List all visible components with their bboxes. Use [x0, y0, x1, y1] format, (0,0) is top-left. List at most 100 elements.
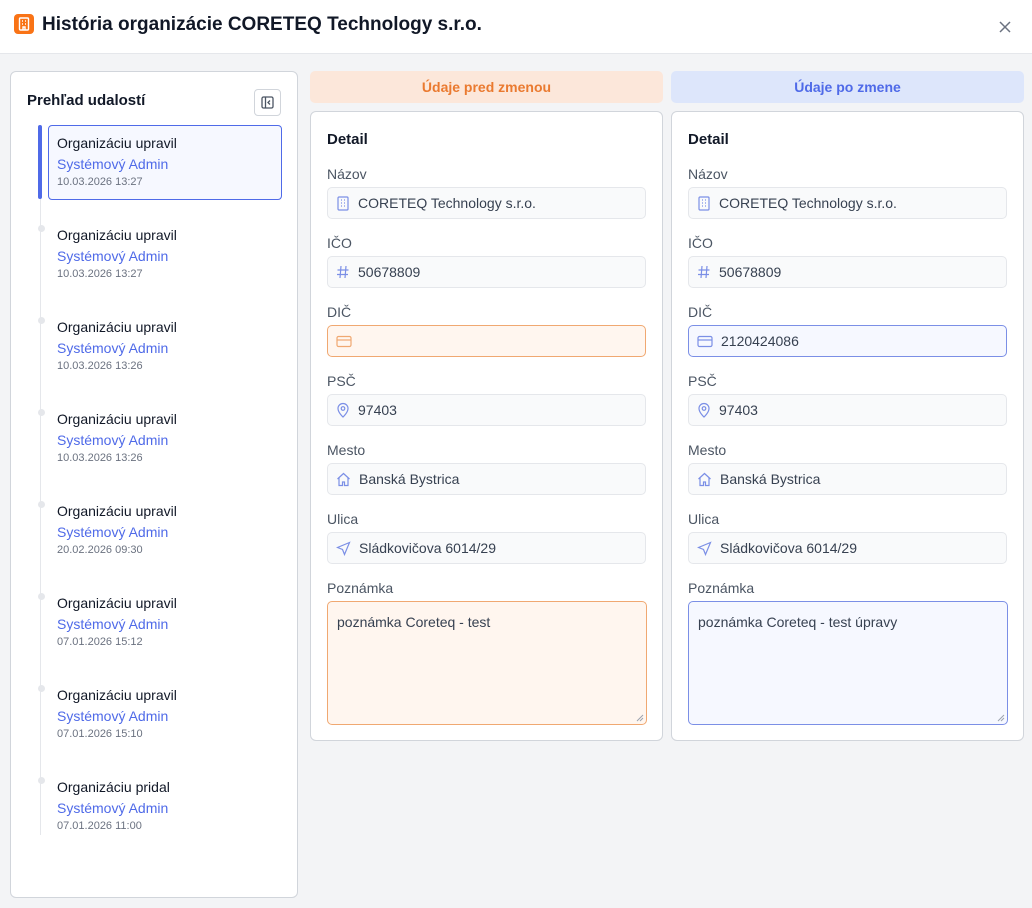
home-icon	[698, 472, 711, 486]
ulica-field: Sládkovičova 6014/29	[327, 532, 646, 564]
after-header: Údaje po zmene	[671, 71, 1024, 103]
ico-label: IČO	[688, 235, 713, 251]
nazov-field: CORETEQ Technology s.r.o.	[327, 187, 646, 219]
event-time: 10.03.2026 13:26	[57, 360, 143, 372]
map-pin-icon	[337, 402, 349, 418]
ulica-field: Sládkovičova 6014/29	[688, 532, 1007, 564]
event-user[interactable]: Systémový Admin	[57, 246, 282, 266]
mesto-label: Mesto	[688, 442, 727, 458]
sidebar-title: Prehľad udalostí	[27, 92, 146, 109]
event-time: 07.01.2026 11:00	[57, 820, 142, 832]
event-time: 10.03.2026 13:26	[57, 452, 143, 464]
timeline-event[interactable]: Organizáciu upravil Systémový Admin 10.0…	[38, 217, 282, 292]
hash-icon	[698, 265, 710, 279]
psc-field: 97403	[688, 394, 1007, 426]
timeline-event[interactable]: Organizáciu pridal Systémový Admin 07.01…	[38, 769, 282, 844]
nazov-field: CORETEQ Technology s.r.o.	[688, 187, 1007, 219]
credit-card-icon	[697, 335, 713, 347]
event-user[interactable]: Systémový Admin	[57, 154, 281, 174]
nazov-value: CORETEQ Technology s.r.o.	[719, 195, 897, 211]
building-icon	[698, 195, 710, 211]
timeline-dot	[38, 225, 45, 232]
mesto-value: Banská Bystrica	[359, 471, 460, 487]
dic-label: DIČ	[327, 304, 352, 320]
timeline-event[interactable]: Organizáciu upravil Systémový Admin 20.0…	[38, 493, 282, 568]
panel-title: Detail	[688, 131, 729, 148]
timeline-dot	[38, 777, 45, 784]
ulica-label: Ulica	[327, 511, 359, 527]
navigation-icon	[697, 540, 712, 556]
dic-field: 2120424086	[688, 325, 1007, 357]
poznamka-label: Poznámka	[327, 580, 394, 596]
event-time: 10.03.2026 13:27	[57, 268, 143, 280]
ico-field: 50678809	[688, 256, 1007, 288]
event-user[interactable]: Systémový Admin	[57, 614, 282, 634]
dialog-title: História organizácie CORETEQ Technology …	[42, 14, 482, 35]
event-action: Organizáciu upravil	[57, 503, 177, 519]
before-detail-panel: Detail Názov CORETEQ Technology s.r.o. I…	[310, 111, 663, 741]
timeline-dot	[38, 409, 45, 416]
after-detail-panel: Detail Názov CORETEQ Technology s.r.o. I…	[671, 111, 1024, 741]
poznamka-textarea: poznámka Coreteq - test	[327, 601, 647, 725]
building-icon	[14, 14, 34, 34]
events-sidebar: Prehľad udalostí Organizáciu upravil Sys…	[10, 71, 298, 898]
mesto-field: Banská Bystrica	[688, 463, 1007, 495]
timeline-dot	[38, 501, 45, 508]
psc-value: 97403	[719, 402, 758, 418]
resize-grip-icon[interactable]	[636, 714, 644, 722]
event-action: Organizáciu upravil	[57, 411, 177, 427]
nazov-value: CORETEQ Technology s.r.o.	[358, 195, 536, 211]
timeline-event[interactable]: Organizáciu upravil Systémový Admin 10.0…	[38, 401, 282, 476]
timeline-event[interactable]: Organizáciu upravil Systémový Admin 07.0…	[38, 585, 282, 660]
panel-title: Detail	[327, 131, 368, 148]
event-user[interactable]: Systémový Admin	[57, 706, 282, 726]
building-icon	[337, 195, 349, 211]
dialog-header: História organizácie CORETEQ Technology …	[0, 0, 1032, 54]
close-icon	[999, 21, 1011, 33]
ico-label: IČO	[327, 235, 352, 251]
event-user[interactable]: Systémový Admin	[57, 522, 282, 542]
poznamka-textarea: poznámka Coreteq - test úpravy	[688, 601, 1008, 725]
event-time: 07.01.2026 15:12	[57, 636, 143, 648]
event-time: 07.01.2026 15:10	[57, 728, 143, 740]
ulica-label: Ulica	[688, 511, 720, 527]
timeline-dot	[38, 685, 45, 692]
event-user[interactable]: Systémový Admin	[57, 430, 282, 450]
ulica-value: Sládkovičova 6014/29	[720, 540, 857, 556]
mesto-value: Banská Bystrica	[720, 471, 821, 487]
event-action: Organizáciu upravil	[57, 227, 177, 243]
ico-value: 50678809	[719, 264, 782, 280]
before-header: Údaje pred zmenou	[310, 71, 663, 103]
ulica-value: Sládkovičova 6014/29	[359, 540, 496, 556]
ico-field: 50678809	[327, 256, 646, 288]
event-action: Organizáciu upravil	[57, 135, 177, 151]
event-action: Organizáciu upravil	[57, 319, 177, 335]
psc-label: PSČ	[688, 373, 717, 389]
event-time: 10.03.2026 13:27	[57, 176, 143, 188]
event-action: Organizáciu upravil	[57, 595, 177, 611]
sidebar-collapse-icon	[261, 96, 274, 109]
psc-value: 97403	[358, 402, 397, 418]
collapse-sidebar-button[interactable]	[254, 89, 281, 116]
resize-grip-icon[interactable]	[997, 714, 1005, 722]
dic-label: DIČ	[688, 304, 713, 320]
timeline-dot	[38, 593, 45, 600]
dic-field	[327, 325, 646, 357]
event-action: Organizáciu upravil	[57, 687, 177, 703]
mesto-field: Banská Bystrica	[327, 463, 646, 495]
timeline-event[interactable]: Organizáciu upravil Systémový Admin 07.0…	[38, 677, 282, 752]
dic-value: 2120424086	[721, 333, 799, 349]
nazov-label: Názov	[688, 166, 728, 182]
close-button[interactable]	[994, 16, 1016, 38]
event-user[interactable]: Systémový Admin	[57, 798, 282, 818]
timeline-event-selected[interactable]: Organizáciu upravil Systémový Admin 10.0…	[48, 125, 282, 200]
psc-field: 97403	[327, 394, 646, 426]
ico-value: 50678809	[358, 264, 421, 280]
event-user[interactable]: Systémový Admin	[57, 338, 282, 358]
event-time: 20.02.2026 09:30	[57, 544, 143, 556]
navigation-icon	[336, 540, 351, 556]
mesto-label: Mesto	[327, 442, 366, 458]
timeline-event[interactable]: Organizáciu upravil Systémový Admin 10.0…	[38, 309, 282, 384]
credit-card-icon	[336, 335, 352, 347]
hash-icon	[337, 265, 349, 279]
